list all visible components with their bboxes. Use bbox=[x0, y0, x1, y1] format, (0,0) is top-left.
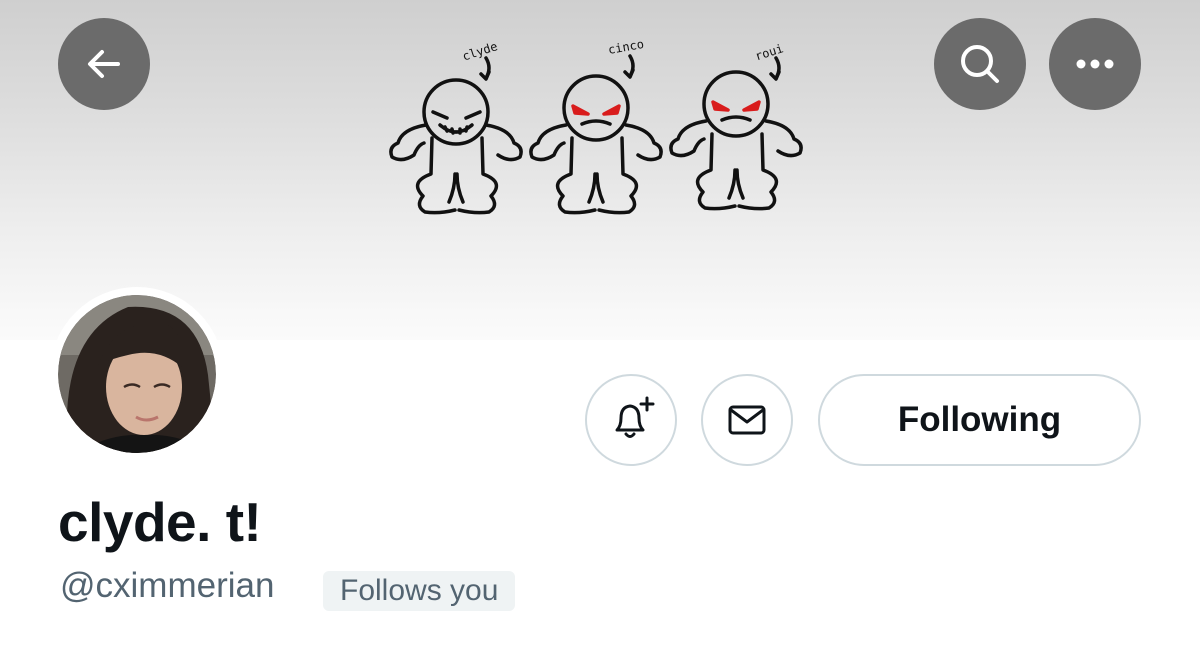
banner-label-roui: roui bbox=[753, 41, 785, 63]
display-name: clyde. t! bbox=[58, 491, 262, 553]
arrow-left-icon bbox=[88, 50, 120, 78]
banner-character-cinco: cinco bbox=[529, 37, 663, 215]
message-button[interactable] bbox=[701, 374, 793, 466]
following-button[interactable]: Following bbox=[818, 374, 1141, 466]
search-icon bbox=[961, 45, 999, 83]
banner-character-roui: roui bbox=[669, 41, 803, 211]
avatar bbox=[58, 295, 216, 453]
search-button[interactable] bbox=[934, 18, 1026, 110]
more-horizontal-icon bbox=[1076, 59, 1114, 69]
banner-character-clyde: clyde bbox=[389, 39, 523, 215]
follows-you-badge: Follows you bbox=[323, 571, 516, 611]
back-button[interactable] bbox=[58, 18, 150, 110]
notifications-button[interactable] bbox=[585, 374, 677, 466]
banner-label-cinco: cinco bbox=[607, 37, 645, 57]
user-handle: @cximmerian bbox=[60, 566, 275, 605]
more-button[interactable] bbox=[1049, 18, 1141, 110]
bell-plus-icon bbox=[615, 396, 655, 438]
banner-label-clyde: clyde bbox=[461, 39, 500, 63]
avatar-frame[interactable] bbox=[50, 287, 224, 461]
envelope-icon bbox=[728, 405, 766, 435]
